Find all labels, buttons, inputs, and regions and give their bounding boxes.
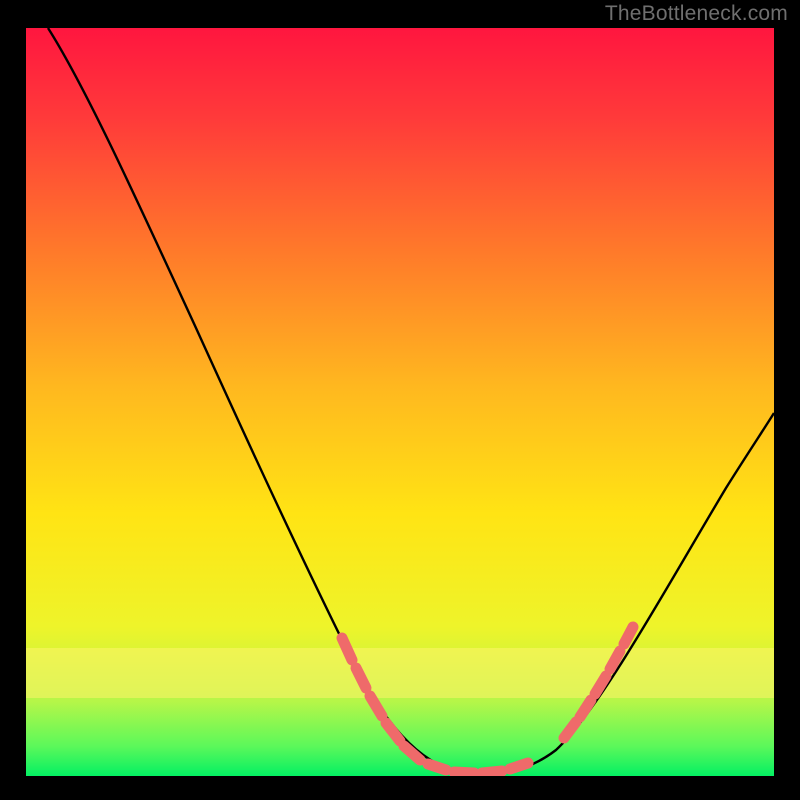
marker-flat-1 [428,764,446,770]
marker-flat-2 [454,772,474,773]
marker-flat-3 [482,771,502,773]
chart-frame: TheBottleneck.com [0,0,800,800]
plot-area [26,28,774,776]
watermark-text: TheBottleneck.com [605,2,788,26]
marker-flat-4 [510,763,528,769]
yellow-band [26,648,774,698]
chart-svg [26,28,774,776]
